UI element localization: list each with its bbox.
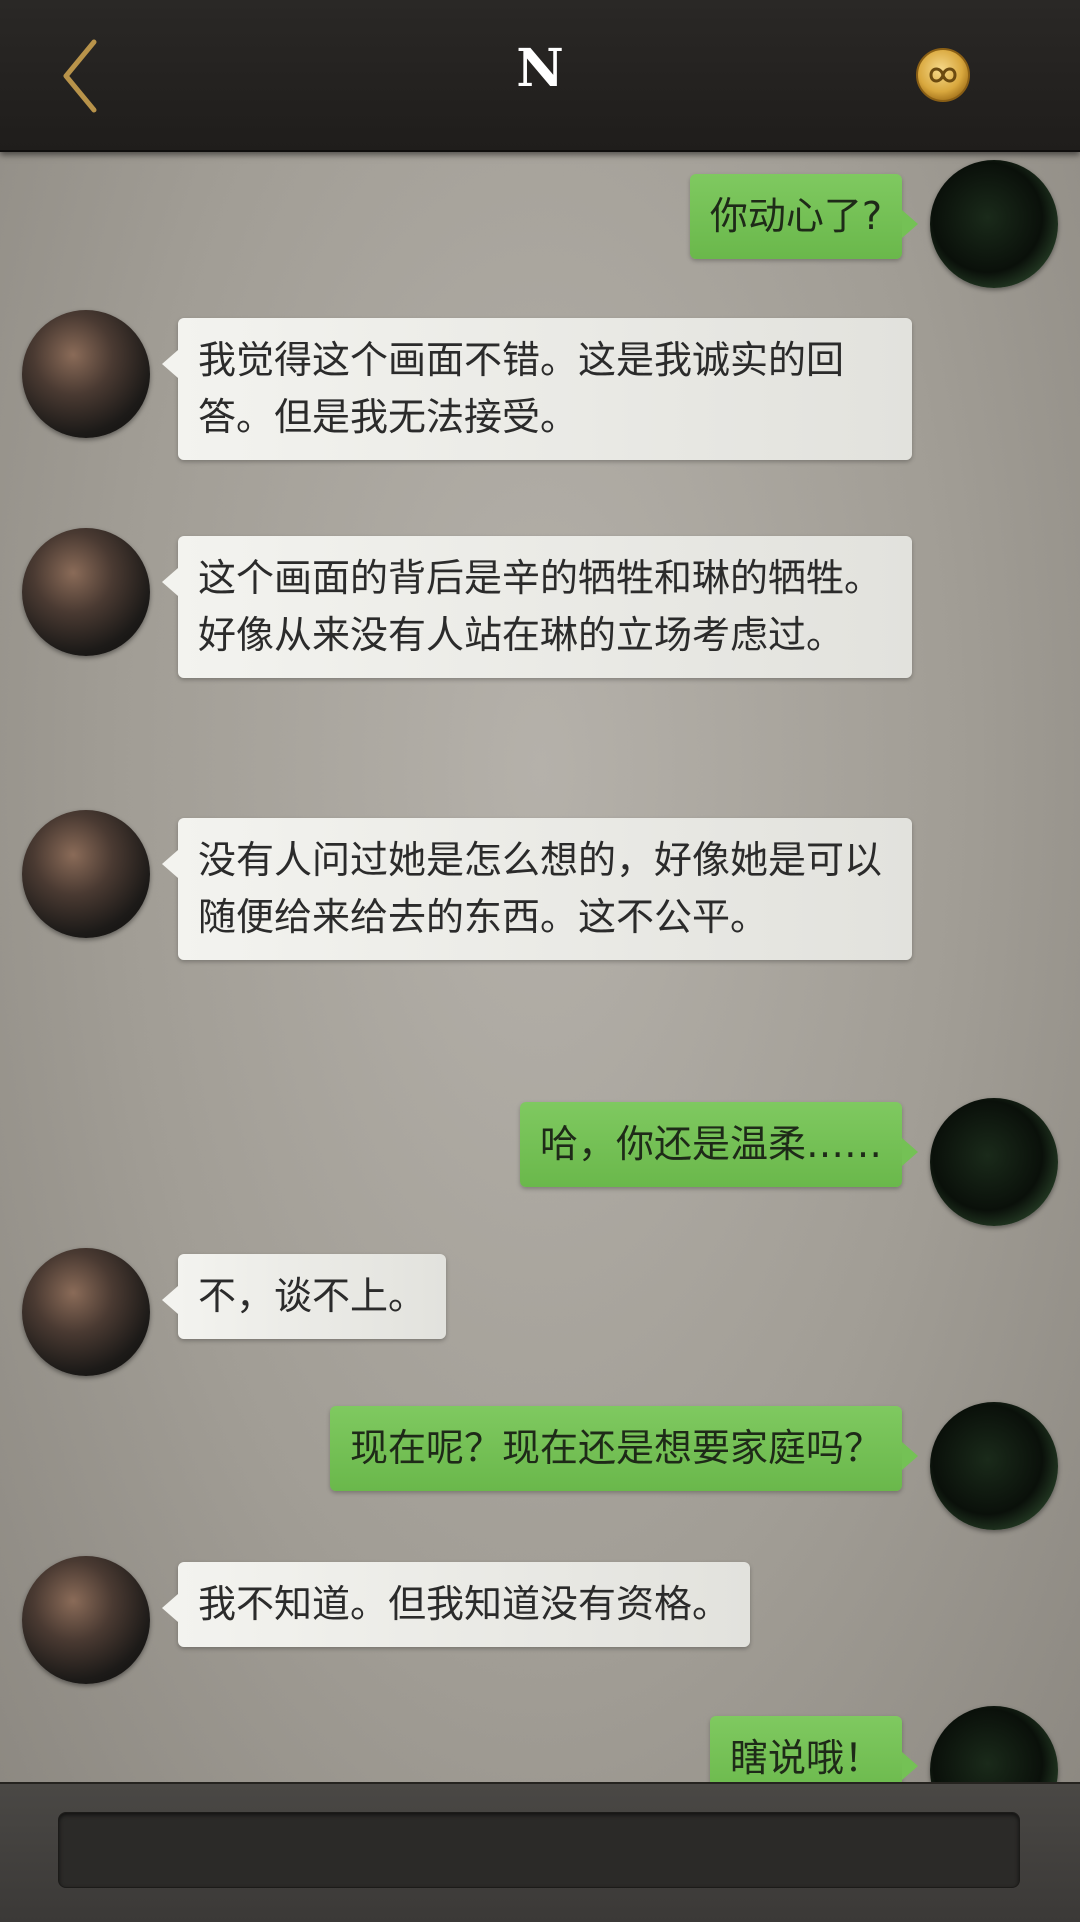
- user-avatar[interactable]: [930, 1706, 1058, 1782]
- received-message-bubble[interactable]: 这个画面的背后是辛的牺牲和琳的牺牲。好像从来没有人站在琳的立场考虑过。: [162, 536, 912, 678]
- sent-message-bubble[interactable]: 现在呢？现在还是想要家庭吗？: [329, 1406, 919, 1491]
- user-avatar[interactable]: [930, 160, 1058, 288]
- chat-thread[interactable]: 你动心了? 我觉得这个画面不错。这是我诚实的回答。但是我无法接受。 这个画面的背…: [0, 150, 1080, 1782]
- coin-button[interactable]: [913, 45, 973, 105]
- user-avatar[interactable]: [930, 1402, 1058, 1530]
- message-input[interactable]: [58, 1812, 1020, 1888]
- infinity-coin-icon: [916, 48, 970, 102]
- contact-avatar[interactable]: [22, 1556, 150, 1684]
- input-bar: [0, 1782, 1080, 1922]
- received-message-bubble[interactable]: 我觉得这个画面不错。这是我诚实的回答。但是我无法接受。: [162, 318, 912, 460]
- sent-message-bubble[interactable]: 瞎说哦！: [709, 1716, 919, 1782]
- contact-avatar[interactable]: [22, 528, 150, 656]
- contact-avatar[interactable]: [22, 1248, 150, 1376]
- contact-avatar[interactable]: [22, 310, 150, 438]
- received-message-bubble[interactable]: 我不知道。但我知道没有资格。: [161, 1562, 751, 1647]
- received-message-bubble[interactable]: 没有人问过她是怎么想的，好像她是可以随便给来给去的东西。这不公平。: [162, 818, 912, 960]
- sent-message-bubble[interactable]: 你动心了?: [689, 174, 919, 259]
- user-avatar[interactable]: [930, 1098, 1058, 1226]
- contact-avatar[interactable]: [22, 810, 150, 938]
- top-bar: N: [0, 0, 1080, 152]
- sent-message-bubble[interactable]: 哈，你还是温柔……: [519, 1102, 919, 1187]
- received-message-bubble[interactable]: 不，谈不上。: [161, 1254, 447, 1339]
